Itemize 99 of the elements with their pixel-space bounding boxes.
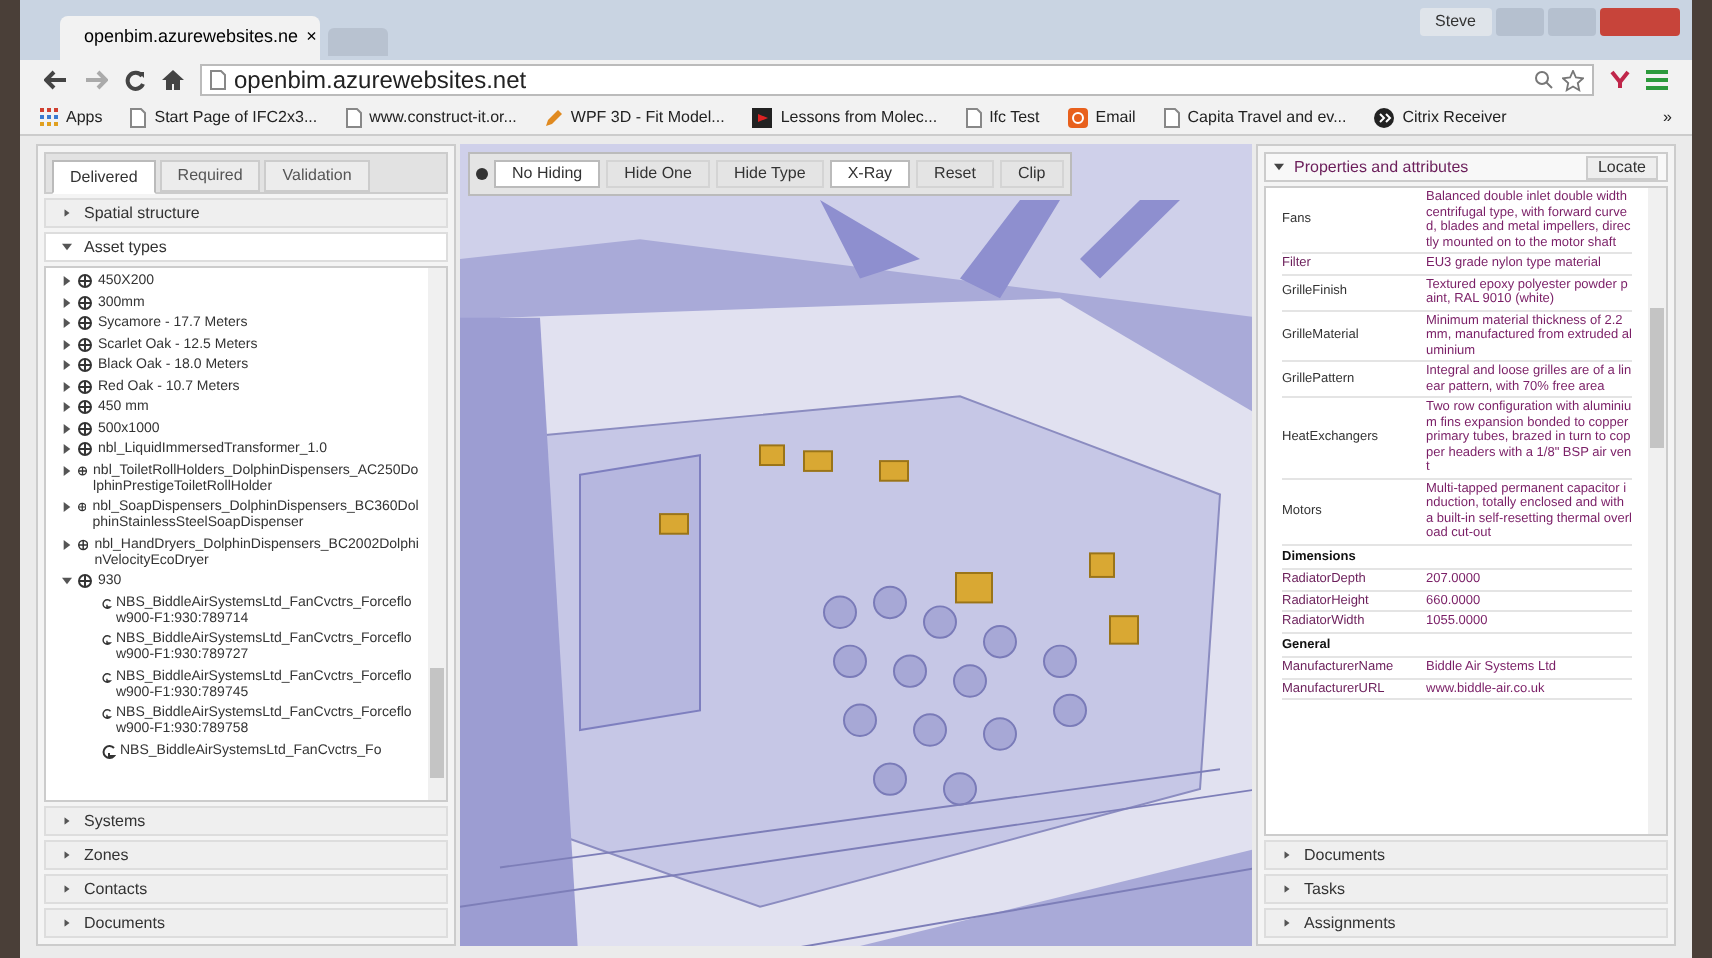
reload-icon[interactable]	[124, 69, 146, 91]
bookmark-link[interactable]: Apps	[40, 105, 103, 129]
extension-icon[interactable]	[1610, 70, 1630, 90]
toolbar-button[interactable]: Hide One	[606, 160, 710, 188]
bookmark-link[interactable]: Lessons from Molec...	[752, 105, 938, 129]
object-type-icon	[78, 500, 87, 514]
page-icon	[210, 70, 226, 90]
bookmark-link[interactable]: WPF 3D - Fit Model...	[544, 105, 725, 129]
star-icon[interactable]	[1562, 69, 1584, 91]
element-icon	[102, 743, 116, 759]
object-type-icon	[78, 274, 92, 288]
menu-icon[interactable]	[1646, 70, 1668, 90]
video-icon	[752, 107, 773, 127]
locate-button[interactable]: Locate	[1585, 155, 1658, 179]
apps-grid-icon	[40, 108, 58, 126]
page-icon	[1163, 107, 1180, 127]
expand-caret-icon[interactable]	[62, 576, 72, 586]
toolbar-button[interactable]: X-Ray	[829, 160, 911, 188]
zoom-icon[interactable]	[1534, 70, 1554, 90]
object-type-icon	[78, 379, 92, 393]
expand-caret-icon[interactable]	[62, 242, 72, 252]
accordion-header[interactable]: Systems	[44, 806, 448, 836]
bookmark-link[interactable]: Email	[1067, 105, 1136, 129]
expand-caret-icon[interactable]	[62, 465, 72, 475]
expand-caret-icon[interactable]	[1283, 851, 1291, 859]
expand-caret-icon[interactable]	[63, 817, 71, 825]
expand-caret-icon[interactable]	[62, 402, 72, 412]
bookmark-link[interactable]: Start Page of IFC2x3...	[130, 105, 318, 129]
toolbar-button[interactable]: No Hiding	[494, 160, 601, 188]
panel-tab[interactable]: Validation	[264, 160, 370, 192]
expand-caret-icon[interactable]	[62, 339, 72, 349]
object-type-icon	[78, 295, 92, 309]
pencil-icon	[544, 107, 563, 127]
close-tab-button[interactable]: ×	[306, 24, 317, 52]
mail-icon	[1067, 107, 1088, 127]
object-type-icon	[78, 400, 92, 414]
expand-caret-icon[interactable]	[62, 276, 72, 286]
accordion-header[interactable]: Tasks	[1264, 874, 1668, 904]
url-text: openbim.azurewebsites.net	[234, 64, 527, 98]
page-icon	[345, 107, 362, 127]
expand-caret-icon[interactable]	[63, 851, 71, 859]
bookmark-link[interactable]: Capita Travel and ev...	[1163, 105, 1347, 129]
expand-caret-icon[interactable]	[1274, 162, 1284, 172]
expand-caret-icon[interactable]	[62, 502, 72, 512]
accordion-header[interactable]: Spatial structure	[44, 198, 448, 228]
accordion-header[interactable]: Assignments	[1264, 908, 1668, 938]
bookmark-link[interactable]: www.construct-it.or...	[345, 105, 517, 129]
accordion-header[interactable]: Contacts	[44, 874, 448, 904]
toolbar-button[interactable]: Clip	[999, 160, 1064, 188]
expand-caret-icon[interactable]	[63, 209, 71, 217]
element-icon	[102, 669, 112, 685]
object-type-icon	[78, 574, 92, 588]
panel-tab[interactable]: Delivered	[52, 160, 156, 194]
expand-caret-icon[interactable]	[63, 885, 71, 893]
expand-caret-icon[interactable]	[62, 318, 72, 328]
panel-tab[interactable]: Required	[159, 160, 261, 192]
bookmark-link[interactable]: Ifc Test	[965, 105, 1040, 129]
object-type-icon	[78, 421, 92, 435]
accordion-header[interactable]: Documents	[44, 908, 448, 938]
home-icon[interactable]	[162, 70, 184, 90]
object-type-icon	[78, 537, 89, 551]
toolbar-button[interactable]: Hide Type	[715, 160, 824, 188]
browser-tab[interactable]: openbim.azurewebsites.ne ×	[60, 16, 320, 60]
expand-caret-icon[interactable]	[1283, 919, 1291, 927]
address-bar[interactable]: openbim.azurewebsites.net	[200, 64, 1594, 96]
expand-caret-icon[interactable]	[62, 539, 72, 549]
element-icon	[102, 706, 112, 722]
section-title[interactable]: Properties and attributes	[1294, 155, 1469, 179]
expand-caret-icon[interactable]	[63, 919, 71, 927]
user-badge[interactable]: Steve	[1419, 8, 1492, 36]
more-bookmarks-button[interactable]: »	[1663, 105, 1672, 129]
toolbar-button[interactable]: Reset	[916, 160, 994, 188]
accordion-header[interactable]: Documents	[1264, 840, 1668, 870]
element-icon	[102, 595, 112, 611]
expand-caret-icon[interactable]	[1283, 885, 1291, 893]
bookmark-link[interactable]: Citrix Receiver	[1374, 105, 1507, 129]
object-type-icon	[78, 337, 92, 351]
accordion-header[interactable]: Asset types	[44, 232, 448, 262]
object-type-icon	[78, 442, 92, 456]
object-type-icon	[78, 358, 92, 372]
page-icon	[965, 107, 982, 127]
object-type-icon	[78, 316, 92, 330]
scrollbar-thumb[interactable]	[1650, 308, 1664, 448]
object-type-icon	[78, 463, 88, 477]
expand-caret-icon[interactable]	[62, 444, 72, 454]
expand-caret-icon[interactable]	[62, 423, 72, 433]
page-icon	[130, 107, 147, 127]
citrix-icon	[1374, 107, 1395, 127]
element-icon	[102, 632, 112, 648]
expand-caret-icon[interactable]	[62, 381, 72, 391]
accordion-header[interactable]: Zones	[44, 840, 448, 870]
expand-caret-icon[interactable]	[62, 297, 72, 307]
scrollbar[interactable]	[1648, 188, 1666, 834]
tab-title: openbim.azurewebsites.ne	[84, 24, 299, 51]
expand-caret-icon[interactable]	[62, 360, 72, 370]
scrollbar[interactable]	[428, 268, 446, 800]
scrollbar-thumb[interactable]	[430, 668, 444, 778]
back-icon[interactable]	[44, 70, 68, 90]
drag-handle-icon[interactable]	[476, 168, 488, 180]
